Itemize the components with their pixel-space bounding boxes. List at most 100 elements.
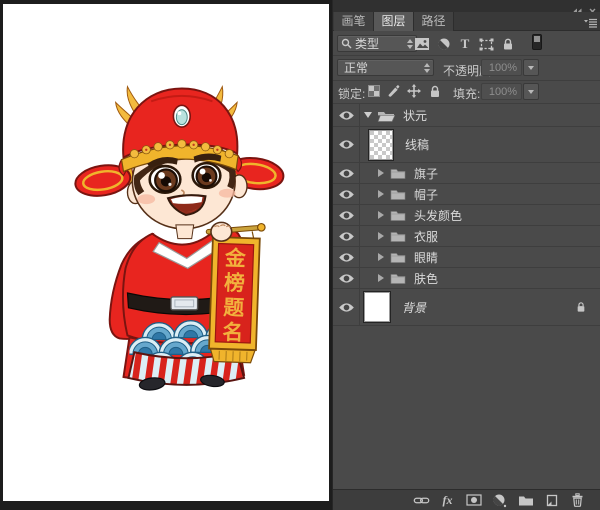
blend-mode-value: 正常 [344, 61, 369, 75]
closed-folder-icon [390, 209, 406, 221]
expand-group-twisty[interactable] [378, 190, 384, 198]
layer-row-group-toufayanse[interactable]: 头发颜色 [333, 205, 600, 226]
banner-char-4: 名 [222, 320, 244, 345]
visibility-toggle[interactable] [333, 104, 360, 126]
blend-row: 正常 不透明度: 100% [333, 56, 600, 81]
new-group-icon[interactable] [517, 492, 534, 508]
layer-name[interactable]: 帽子 [414, 186, 438, 203]
fill-value[interactable]: 100% [481, 83, 522, 100]
layer-row-group-yifu[interactable]: 衣服 [333, 226, 600, 247]
lock-transparency-icon[interactable] [366, 83, 382, 99]
expand-group-twisty[interactable] [378, 274, 384, 282]
search-icon [341, 38, 352, 49]
layer-list: 状元 线稿 旗子 帽子 头发颜色 衣服 眼睛 肤色 背景 [333, 104, 600, 326]
fill-label: 填充: [453, 87, 481, 101]
lock-all-icon[interactable] [427, 83, 443, 99]
scholar-illustration: 金 榜 题 名 [74, 84, 285, 391]
layer-row-group-qizi[interactable]: 旗子 [333, 163, 600, 184]
collapse-group-twisty[interactable] [364, 112, 372, 118]
layer-row-xiangao[interactable]: 线稿 [333, 127, 600, 163]
fill-dropdown-button[interactable] [523, 83, 539, 100]
eye-icon [338, 231, 354, 241]
expand-group-twisty[interactable] [378, 253, 384, 261]
filter-type-label: 类型 [355, 37, 380, 51]
layer-name[interactable]: 线稿 [405, 136, 429, 153]
open-folder-icon [377, 109, 395, 122]
layer-name[interactable]: 旗子 [414, 165, 438, 182]
panel-tab-bar: 画笔 图层 路径 [333, 12, 600, 31]
eye-icon [338, 140, 354, 149]
pixel-filter-icon[interactable] [413, 35, 431, 53]
layer-thumbnail-white[interactable] [363, 291, 391, 323]
layer-name[interactable]: 眼睛 [414, 249, 438, 266]
canvas-page[interactable]: 金 榜 题 名 [3, 4, 329, 501]
layer-name[interactable]: 衣服 [414, 228, 438, 245]
eye-icon [338, 168, 354, 178]
link-layers-icon[interactable] [413, 492, 430, 508]
layers-panel-bottom-bar: fx [333, 489, 600, 510]
blend-mode-select[interactable]: 正常 [337, 59, 434, 76]
visibility-toggle[interactable] [333, 247, 360, 267]
visibility-toggle[interactable] [333, 268, 360, 288]
eye-icon [338, 302, 354, 312]
new-adjustment-layer-icon[interactable] [491, 492, 508, 508]
closed-folder-icon [390, 167, 406, 179]
smart-object-filter-icon[interactable] [499, 35, 517, 53]
type-filter-icon[interactable]: T [456, 35, 474, 53]
banner: 金 榜 题 名 [208, 231, 261, 364]
blend-mode-spinner [424, 62, 430, 73]
filter-row: 类型 T [333, 31, 600, 56]
tab-paths[interactable]: 路径 [414, 12, 454, 31]
tab-brush[interactable]: 画笔 [334, 12, 374, 31]
opacity-dropdown-button[interactable] [523, 59, 539, 76]
visibility-toggle[interactable] [333, 163, 360, 183]
layer-style-icon[interactable]: fx [439, 492, 456, 508]
visibility-toggle[interactable] [333, 289, 360, 325]
visibility-toggle[interactable] [333, 205, 360, 225]
lock-position-icon[interactable] [406, 83, 422, 99]
layer-name[interactable]: 肤色 [414, 270, 438, 287]
panel-menu-icon[interactable] [584, 16, 598, 28]
adjustment-filter-icon[interactable] [435, 35, 453, 53]
layer-row-background[interactable]: 背景 [333, 289, 600, 326]
closed-folder-icon [390, 230, 406, 242]
tab-brush-label: 画笔 [341, 14, 366, 28]
eye-icon [338, 210, 354, 220]
expand-group-twisty[interactable] [378, 211, 384, 219]
visibility-toggle[interactable] [333, 127, 360, 162]
layer-name[interactable]: 头发颜色 [414, 207, 462, 224]
layer-row-group-maozi[interactable]: 帽子 [333, 184, 600, 205]
layer-thumbnail-transparent[interactable] [368, 128, 394, 161]
layer-name[interactable]: 背景 [402, 299, 426, 316]
layer-lock-icon [576, 301, 586, 313]
eye-icon [338, 273, 354, 283]
new-layer-icon[interactable] [543, 492, 560, 508]
filter-toggle-switch[interactable] [532, 34, 542, 50]
banner-char-2: 榜 [224, 271, 246, 296]
closed-folder-icon [390, 272, 406, 284]
filter-type-select[interactable]: 类型 [337, 35, 417, 52]
layer-row-group-zhuangyuan[interactable]: 状元 [333, 104, 600, 127]
delete-layer-icon[interactable] [569, 492, 586, 508]
dock-header [333, 0, 600, 15]
tab-layers[interactable]: 图层 [374, 12, 414, 31]
shape-filter-icon[interactable] [477, 35, 495, 53]
lock-pixels-brush-icon[interactable] [386, 83, 402, 99]
layers-panel: 画笔 图层 路径 类型 T 正常 不透明度: 100% 锁定: 填充: 100%… [332, 0, 600, 510]
expand-group-twisty[interactable] [378, 232, 384, 240]
expand-group-twisty[interactable] [378, 169, 384, 177]
hand-fist [210, 221, 233, 242]
visibility-toggle[interactable] [333, 226, 360, 246]
layer-row-group-fuse[interactable]: 肤色 [333, 268, 600, 289]
layer-row-group-yanjing[interactable]: 眼睛 [333, 247, 600, 268]
add-layer-mask-icon[interactable] [465, 492, 482, 508]
banner-char-1: 金 [224, 246, 247, 271]
closed-folder-icon [390, 188, 406, 200]
tab-paths-label: 路径 [421, 14, 446, 28]
eye-icon [338, 189, 354, 199]
opacity-value[interactable]: 100% [481, 59, 522, 76]
layer-name[interactable]: 状元 [403, 107, 427, 124]
document-canvas-area[interactable]: 金 榜 题 名 [0, 0, 332, 510]
visibility-toggle[interactable] [333, 184, 360, 204]
lock-label: 锁定: [338, 87, 366, 101]
